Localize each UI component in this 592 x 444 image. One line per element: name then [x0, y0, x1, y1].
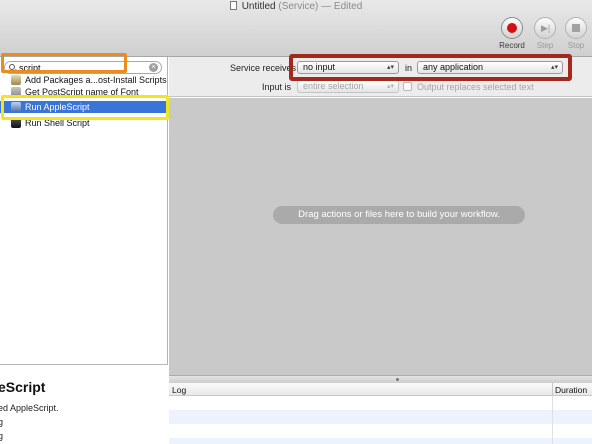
window-toolbar: Untitled (Service) — Edited Record ▶| St… — [0, 0, 592, 57]
drop-hint: Drag actions or files here to build your… — [273, 206, 525, 224]
log-row — [169, 396, 592, 410]
output-replaces-checkbox[interactable] — [403, 82, 412, 91]
window-title: Untitled (Service) — Edited — [0, 1, 592, 12]
service-receives-label: Service receives — [230, 63, 297, 73]
log-header: Log Duration — [169, 383, 592, 396]
split-handle[interactable] — [169, 375, 592, 383]
duration-column-header[interactable]: Duration — [555, 385, 587, 395]
log-row — [169, 410, 592, 424]
chevron-updown-icon: ▴▾ — [386, 83, 394, 90]
step-label: Step — [536, 41, 554, 50]
clear-search-icon[interactable]: × — [149, 63, 158, 72]
document-icon — [229, 1, 237, 10]
selection-highlight-frame — [1, 95, 169, 120]
step-icon: ▶| — [541, 23, 551, 33]
stop-icon — [572, 24, 580, 32]
stop-button[interactable]: Stop — [560, 17, 592, 50]
input-is-value: entire selection — [303, 81, 364, 91]
column-divider — [552, 383, 553, 396]
package-icon — [11, 75, 21, 85]
step-button[interactable]: ▶| Step — [529, 17, 561, 50]
list-item[interactable]: Add Packages a...ost-Install Scripts — [0, 74, 167, 86]
log-row — [169, 438, 592, 444]
log-panel: Log Duration — [169, 383, 592, 444]
record-label: Record — [499, 41, 525, 50]
stop-label: Stop — [567, 41, 585, 50]
record-icon — [507, 23, 517, 33]
column-divider — [552, 396, 553, 444]
service-settings-highlight-frame — [289, 54, 572, 81]
input-is-popup[interactable]: entire selection ▴▾ — [297, 80, 399, 93]
description-text: ed AppleScript. — [0, 403, 59, 413]
workflow-area[interactable]: Drag actions or files here to build your… — [169, 98, 592, 375]
window-title-name: Untitled — [241, 1, 276, 12]
window-title-subtitle: (Service) — Edited — [278, 1, 363, 12]
log-column-header[interactable]: Log — [172, 385, 186, 395]
grip-icon — [396, 378, 399, 381]
description-title: eScript — [0, 379, 46, 395]
input-is-label: Input is — [262, 82, 292, 92]
output-replaces-label: Output replaces selected text — [417, 82, 534, 92]
action-description: eScript ed AppleScript. g g — [0, 364, 168, 444]
search-highlight-frame — [1, 53, 127, 73]
record-button[interactable]: Record — [496, 17, 528, 50]
list-item-label: Add Packages a...ost-Install Scripts — [25, 75, 167, 85]
description-detail: g — [0, 417, 3, 427]
log-row — [169, 424, 592, 438]
description-detail: g — [0, 431, 3, 441]
